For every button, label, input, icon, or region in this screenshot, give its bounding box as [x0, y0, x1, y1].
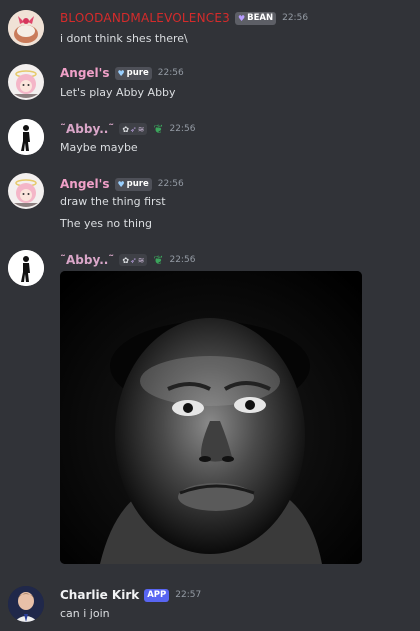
heart-icon: ♥: [117, 179, 125, 189]
leaf-icon: ❦: [153, 253, 164, 267]
timestamp: 22:56: [169, 255, 196, 265]
guild-tag-label: pure: [126, 179, 149, 189]
timestamp: 22:56: [157, 179, 184, 189]
message-text: The yes no thing: [60, 217, 152, 230]
message-text: i dont think shes there\: [60, 32, 188, 45]
wing-icon: ≋: [137, 255, 145, 265]
timestamp: 22:56: [169, 124, 196, 134]
wing-icon: ≋: [137, 124, 145, 134]
avatar[interactable]: [8, 250, 44, 286]
timestamp: 22:57: [175, 590, 202, 600]
image-attachment[interactable]: [60, 271, 362, 564]
feather-icon: ➶: [130, 255, 137, 265]
role-badges: ✿ ➶ ≋: [119, 123, 148, 135]
avatar[interactable]: [8, 64, 44, 100]
guild-tag[interactable]: ♥ pure: [114, 66, 152, 80]
username[interactable]: ˜Abby..˜: [60, 253, 114, 267]
heart-icon: ♥: [237, 13, 246, 23]
username[interactable]: Angel's: [60, 66, 110, 80]
username[interactable]: BLOODANDMALEVOLENCE3: [60, 11, 230, 25]
badge-group: ✿ ➶ ≋: [119, 254, 148, 266]
guild-tag[interactable]: ♥ pure: [114, 177, 152, 191]
message-text: Let's play Abby Abby: [60, 86, 176, 99]
username[interactable]: Charlie Kirk: [60, 588, 139, 602]
avatar[interactable]: [8, 119, 44, 155]
guild-tag[interactable]: ♥ BEAN: [234, 11, 277, 25]
message-text: Maybe maybe: [60, 141, 138, 154]
username[interactable]: ˜Abby..˜: [60, 122, 114, 136]
avatar[interactable]: [8, 173, 44, 209]
flower-icon: ✿: [122, 255, 130, 265]
timestamp: 22:56: [157, 68, 184, 78]
badge-group: ✿ ➶ ≋: [119, 123, 148, 135]
timestamp: 22:56: [282, 13, 309, 23]
username[interactable]: Angel's: [60, 177, 110, 191]
heart-icon: ♥: [117, 68, 125, 78]
feather-icon: ➶: [130, 124, 137, 134]
app-badge: APP: [144, 588, 170, 602]
role-badges: ✿ ➶ ≋: [119, 254, 148, 266]
message-text: draw the thing first: [60, 195, 166, 208]
message-text: can i join: [60, 607, 110, 620]
leaf-icon: ❦: [153, 122, 164, 136]
avatar[interactable]: [8, 586, 44, 622]
guild-tag-label: pure: [126, 68, 149, 78]
flower-icon: ✿: [122, 124, 130, 134]
guild-tag-label: BEAN: [247, 13, 274, 23]
avatar[interactable]: [8, 10, 44, 46]
